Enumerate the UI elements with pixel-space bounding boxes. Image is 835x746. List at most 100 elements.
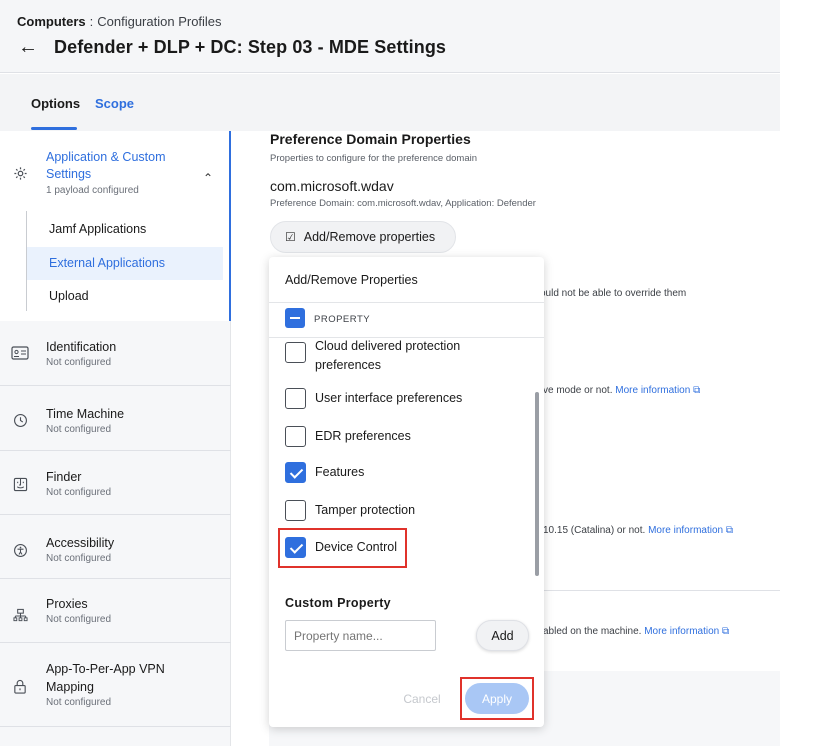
sidebar-item-status: Not configured bbox=[46, 614, 112, 625]
sidebar-item-label: Accessibility bbox=[46, 536, 115, 550]
divider bbox=[542, 590, 780, 591]
background-text-content: abled on the machine. bbox=[543, 626, 645, 637]
time-machine-icon bbox=[10, 410, 30, 430]
option-label: Features bbox=[315, 465, 365, 479]
subitem-jamf-applications[interactable]: Jamf Applications bbox=[27, 213, 223, 246]
option-label-line2: preferences bbox=[315, 358, 382, 372]
more-information-link[interactable]: More information bbox=[615, 385, 690, 396]
checkbox[interactable] bbox=[285, 342, 306, 363]
option-features[interactable]: Features bbox=[285, 462, 364, 483]
checkbox-checked[interactable] bbox=[285, 462, 306, 483]
checkbox[interactable] bbox=[285, 500, 306, 521]
property-name-input[interactable] bbox=[285, 620, 436, 651]
page-header: Computers: Configuration Profiles ← Defen… bbox=[0, 0, 780, 73]
sidebar-item-label: App-To-Per-App VPN bbox=[46, 662, 165, 676]
more-information-link[interactable]: More information bbox=[644, 626, 719, 637]
section-title: Preference Domain Properties bbox=[270, 131, 471, 147]
background-text: ould not be able to override them bbox=[540, 288, 686, 299]
sidebar-item-accessibility[interactable]: Accessibility Not configured bbox=[0, 515, 231, 579]
scrollbar[interactable] bbox=[535, 392, 539, 576]
sidebar-item-time-machine[interactable]: Time Machine Not configured bbox=[0, 386, 231, 451]
sidebar-item-app-to-per-app-vpn[interactable]: App-To-Per-App VPN Mapping Not configure… bbox=[0, 643, 231, 727]
divider bbox=[269, 337, 544, 338]
sidebar-item-label-line2: Settings bbox=[46, 167, 92, 181]
cancel-button[interactable]: Cancel bbox=[389, 683, 455, 714]
sidebar-item-finder[interactable]: Finder Not configured bbox=[0, 451, 231, 515]
add-remove-properties-label: Add/Remove properties bbox=[303, 230, 436, 244]
option-user-interface-preferences[interactable]: User interface preferences bbox=[285, 388, 462, 409]
lock-icon bbox=[10, 676, 30, 696]
page-title: Defender + DLP + DC: Step 03 - MDE Setti… bbox=[54, 37, 447, 57]
external-link-icon: ⧉ bbox=[722, 626, 730, 637]
finder-icon bbox=[10, 474, 30, 494]
external-link-icon: ⧉ bbox=[725, 525, 734, 536]
sidebar-item-status: Not configured bbox=[46, 553, 112, 564]
breadcrumb-configuration-profiles[interactable]: Configuration Profiles bbox=[97, 14, 221, 29]
property-column-header: PROPERTY bbox=[314, 314, 371, 325]
option-label: Tamper protection bbox=[315, 503, 416, 517]
external-link-icon: ⧉ bbox=[693, 385, 701, 396]
add-button[interactable]: Add bbox=[476, 620, 529, 651]
background-text-content: ould not be able to override them bbox=[540, 288, 687, 299]
payload-sidebar: Application & Custom Settings 1 payload … bbox=[0, 131, 231, 746]
checkbox-icon: ☑ bbox=[285, 230, 296, 244]
section-subtitle: Properties to configure for the preferen… bbox=[270, 153, 478, 164]
breadcrumb-separator: : bbox=[89, 14, 94, 29]
option-label: Cloud delivered protection preferences bbox=[315, 340, 460, 375]
divider bbox=[269, 302, 544, 303]
sidebar-item-status: Not configured bbox=[46, 487, 112, 498]
network-icon bbox=[10, 605, 30, 625]
option-label: EDR preferences bbox=[315, 429, 411, 443]
option-edr-preferences[interactable]: EDR preferences bbox=[285, 426, 411, 447]
sidebar-item-identification[interactable]: Identification Not configured bbox=[0, 321, 231, 386]
sidebar-item-status: 1 payload configured bbox=[46, 185, 139, 196]
sidebar-item-proxies[interactable]: Proxies Not configured bbox=[0, 579, 231, 643]
sidebar-item-application-custom-settings[interactable]: Application & Custom Settings 1 payload … bbox=[0, 131, 231, 321]
sidebar-item-status: Not configured bbox=[46, 424, 112, 435]
tab-options[interactable]: Options bbox=[31, 96, 80, 111]
background-text: 10.15 (Catalina) or not. More informatio… bbox=[543, 525, 733, 536]
subitem-external-applications[interactable]: External Applications bbox=[27, 247, 223, 280]
sidebar-item-label: Time Machine bbox=[46, 407, 125, 421]
preference-domain-description: Preference Domain: com.microsoft.wdav, A… bbox=[270, 198, 536, 209]
add-remove-properties-popup: Add/Remove Properties PROPERTY Cloud del… bbox=[269, 257, 544, 727]
id-card-icon bbox=[10, 343, 30, 363]
breadcrumb-computers[interactable]: Computers bbox=[17, 14, 86, 29]
sidebar-item-status: Not configured bbox=[46, 357, 112, 368]
app-window: Computers: Configuration Profiles ← Defen… bbox=[0, 0, 835, 746]
breadcrumb: Computers: Configuration Profiles bbox=[17, 14, 222, 29]
tab-scope[interactable]: Scope bbox=[95, 96, 134, 111]
background-text-content: ve mode or not. bbox=[543, 385, 616, 396]
sidebar-item-label: Identification bbox=[46, 340, 117, 354]
active-tab-indicator bbox=[31, 127, 77, 130]
checkbox-checked[interactable] bbox=[285, 537, 306, 558]
option-device-control[interactable]: Device Control bbox=[285, 537, 397, 558]
chevron-up-icon[interactable]: ⌃ bbox=[203, 171, 213, 185]
sidebar-item-label: Finder bbox=[46, 470, 82, 484]
background-text: ve mode or not. More information ⧉ bbox=[543, 385, 700, 396]
checkbox[interactable] bbox=[285, 426, 306, 447]
preference-domain: com.microsoft.wdav bbox=[270, 178, 394, 194]
tab-bar: Options Scope bbox=[0, 74, 780, 131]
background-text: abled on the machine. More information ⧉ bbox=[543, 626, 729, 637]
back-arrow-icon[interactable]: ← bbox=[18, 36, 42, 59]
checkbox[interactable] bbox=[285, 388, 306, 409]
option-tamper-protection[interactable]: Tamper protection bbox=[285, 500, 415, 521]
apply-button[interactable]: Apply bbox=[465, 683, 529, 714]
popup-title: Add/Remove Properties bbox=[285, 273, 418, 287]
add-remove-properties-button[interactable]: ☑ Add/Remove properties bbox=[270, 221, 456, 253]
option-cloud-delivered-protection[interactable]: Cloud delivered protection preferences bbox=[285, 340, 460, 375]
more-information-link[interactable]: More information bbox=[648, 525, 723, 536]
option-label: User interface preferences bbox=[315, 391, 463, 405]
select-all-checkbox[interactable] bbox=[285, 308, 305, 328]
custom-property-title: Custom Property bbox=[285, 596, 391, 610]
subitem-upload[interactable]: Upload bbox=[27, 280, 223, 313]
sidebar-item-label: Proxies bbox=[46, 597, 88, 611]
sidebar-item-status: Not configured bbox=[46, 697, 112, 708]
accessibility-icon bbox=[10, 540, 30, 560]
sidebar-item-label: Application & Custom bbox=[46, 150, 166, 164]
gear-icon bbox=[10, 163, 30, 183]
property-list[interactable]: Cloud delivered protection preferences Us… bbox=[269, 340, 544, 582]
sidebar-item-label-line2: Mapping bbox=[46, 680, 94, 694]
background-text-content: 10.15 (Catalina) or not. bbox=[543, 525, 649, 536]
